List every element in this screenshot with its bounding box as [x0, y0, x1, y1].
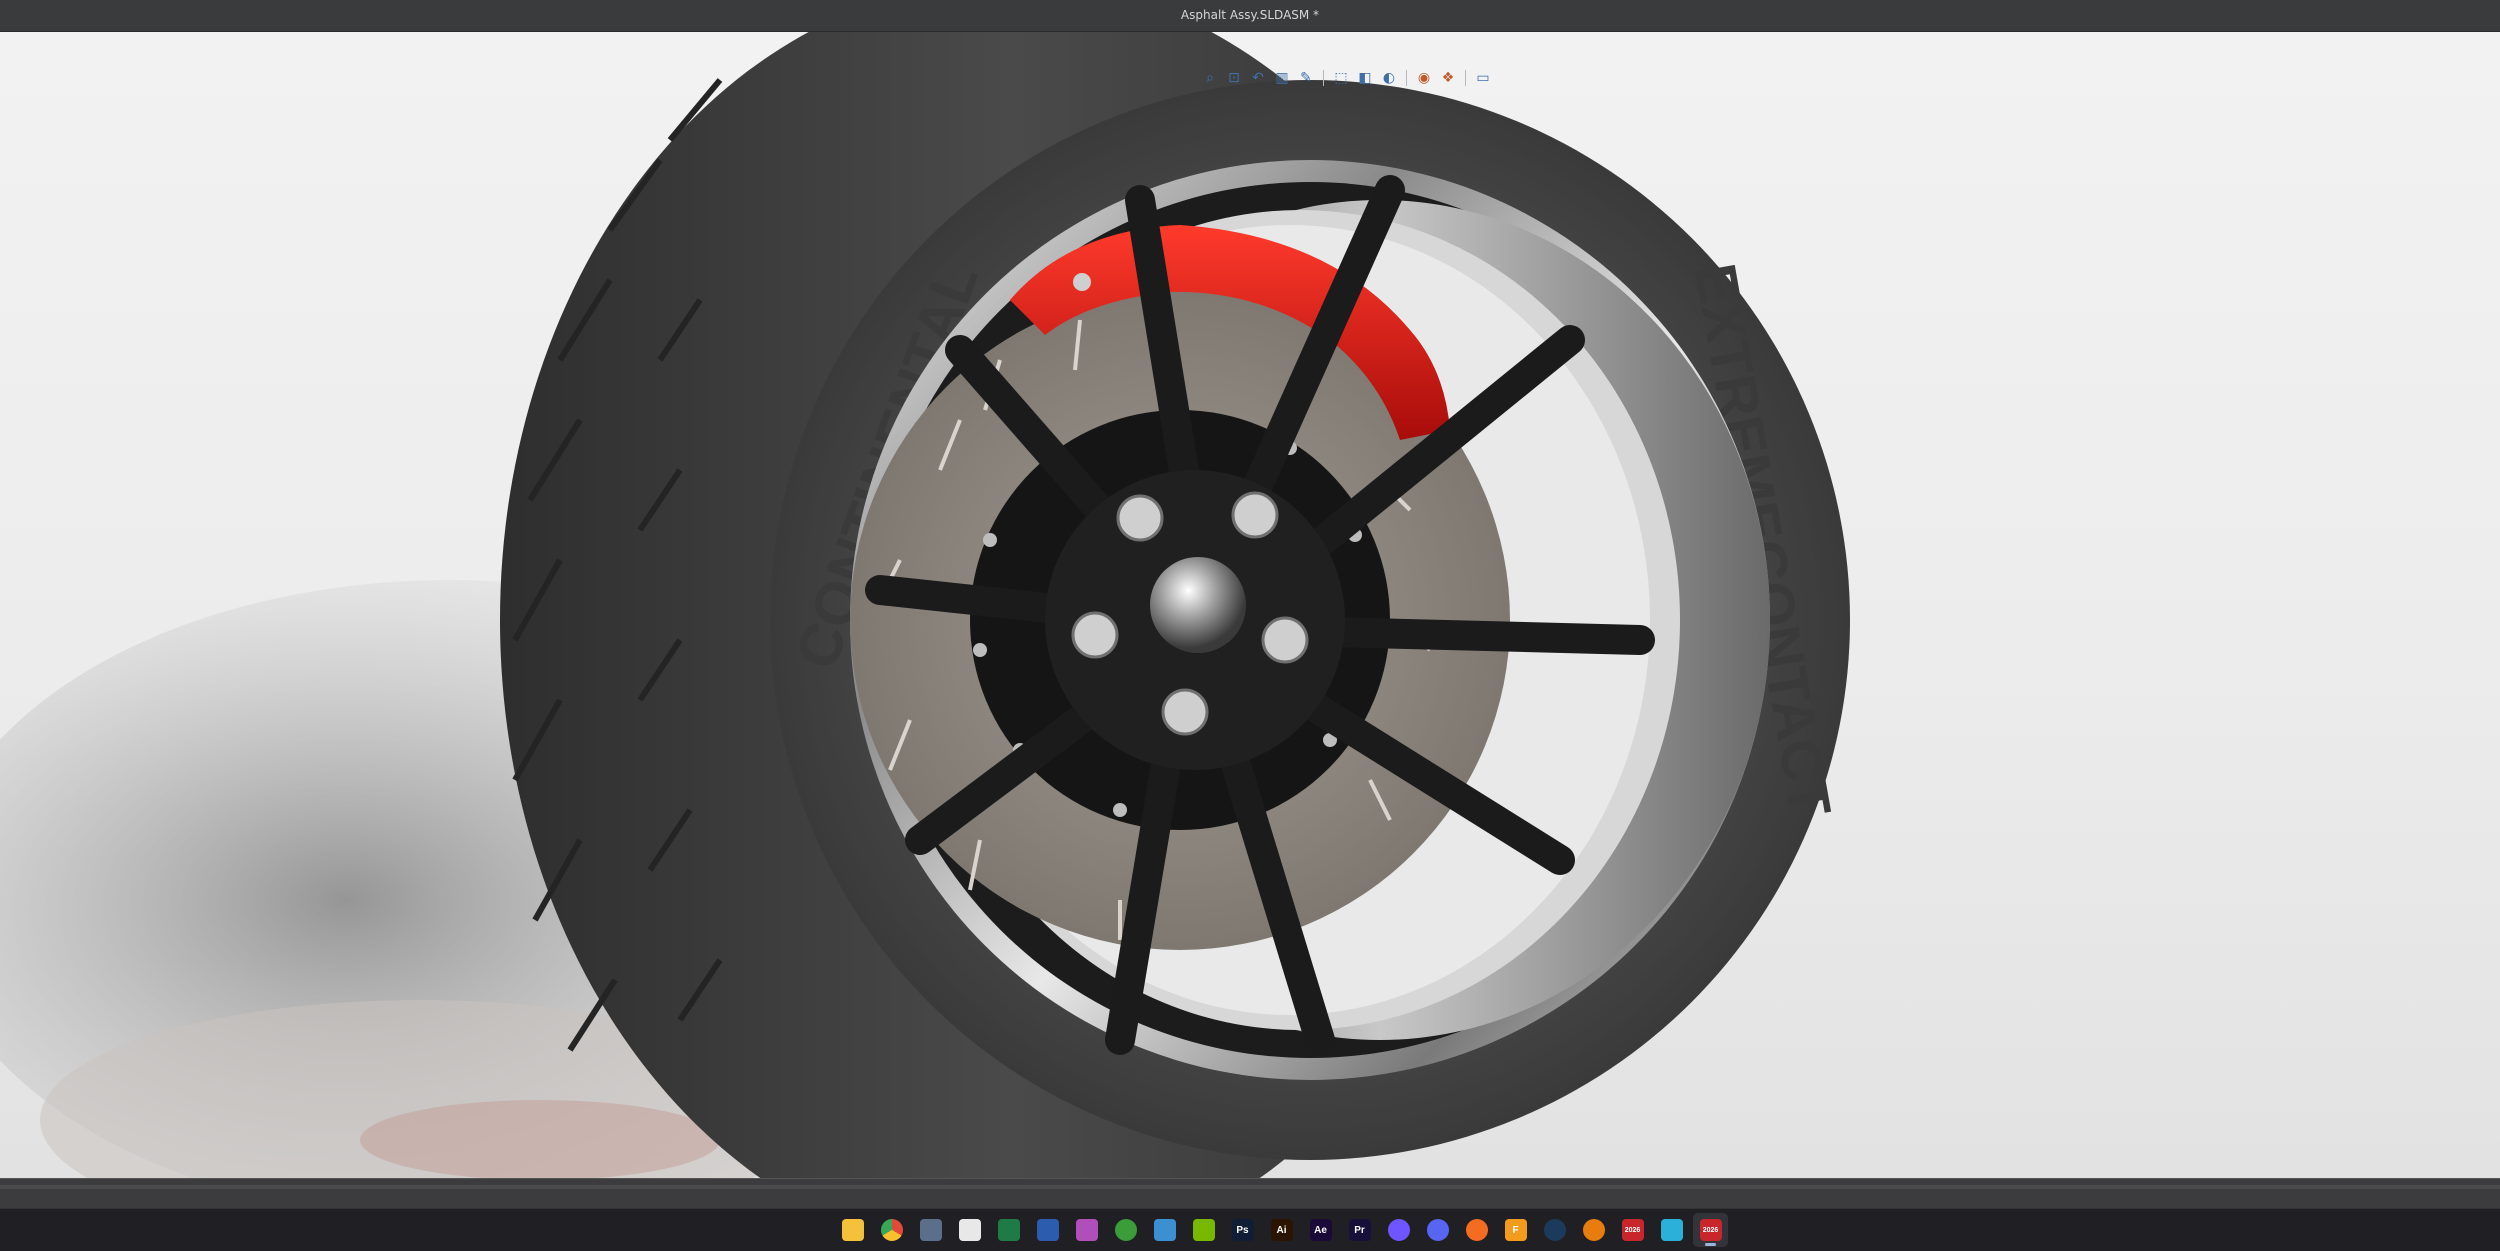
- illustrator-icon-glyph: Ai: [1270, 1219, 1293, 1241]
- hide-show-items-icon[interactable]: ◐: [1379, 68, 1399, 88]
- chrome-icon-glyph: [880, 1219, 903, 1241]
- windows-start-icon[interactable]: [796, 1213, 831, 1247]
- photos-icon[interactable]: [1069, 1213, 1104, 1247]
- photoshop-icon-glyph: Ps: [1231, 1219, 1254, 1241]
- chrome-icon[interactable]: [874, 1213, 909, 1247]
- excel-icon-glyph: [997, 1219, 1020, 1241]
- nvidia-icon[interactable]: [1186, 1213, 1221, 1247]
- dynamic-annotation-icon[interactable]: ✎: [1296, 68, 1316, 88]
- origin-icon[interactable]: [1459, 1213, 1494, 1247]
- caliper-bolt: [1073, 273, 1091, 291]
- premiere-icon-glyph: Pr: [1348, 1219, 1371, 1241]
- calculator-icon-glyph: [919, 1219, 942, 1241]
- origin-icon-glyph: [1465, 1219, 1488, 1241]
- blender-icon-glyph: [1582, 1219, 1605, 1241]
- status-bar: [0, 1178, 2500, 1209]
- toolbar-separator: [1323, 70, 1324, 86]
- photoshop-icon[interactable]: Ps: [1225, 1213, 1260, 1247]
- zoom-to-fit-icon[interactable]: ⌕: [1200, 68, 1220, 88]
- wheel-model-render[interactable]: CONTINENTAL EXTREMECONTACT: [0, 32, 2500, 1178]
- solidworks-2026-active-icon-glyph: 2026: [1699, 1219, 1722, 1241]
- box-3d-icon-glyph: [1660, 1219, 1683, 1241]
- solidworks-2026-icon-glyph: 2026: [1621, 1219, 1644, 1241]
- word-icon-glyph: [1036, 1219, 1059, 1241]
- blender-icon[interactable]: [1576, 1213, 1611, 1247]
- fusion-icon-glyph: F: [1504, 1219, 1527, 1241]
- after-effects-icon[interactable]: Ae: [1303, 1213, 1338, 1247]
- xbox-icon-glyph: [1114, 1219, 1137, 1241]
- calendar-icon-glyph: [958, 1219, 981, 1241]
- calculator-icon[interactable]: [913, 1213, 948, 1247]
- graphics-viewport[interactable]: CONTINENTAL EXTREMECONTACT: [0, 32, 2500, 1178]
- notepad-icon[interactable]: [1147, 1213, 1182, 1247]
- toolbar-separator: [1465, 70, 1466, 86]
- photos-icon-glyph: [1075, 1219, 1098, 1241]
- zoom-to-area-icon[interactable]: ⊡: [1224, 68, 1244, 88]
- taskbar-pinned-apps: Ps Ai Ae Pr F 2026 2026: [796, 1213, 1728, 1247]
- after-effects-icon-glyph: Ae: [1309, 1219, 1332, 1241]
- illustrator-icon[interactable]: Ai: [1264, 1213, 1299, 1247]
- caliper-reflection: [360, 1100, 720, 1178]
- calendar-icon[interactable]: [952, 1213, 987, 1247]
- section-view-icon[interactable]: ▥: [1272, 68, 1292, 88]
- steam-icon[interactable]: [1537, 1213, 1572, 1247]
- center-cap: [1150, 557, 1246, 653]
- steam-icon-glyph: [1543, 1219, 1566, 1241]
- windows-start-icon-glyph: [803, 1219, 825, 1241]
- premiere-icon[interactable]: Pr: [1342, 1213, 1377, 1247]
- title-bar: Asphalt Assy.SLDASM *: [0, 0, 2500, 32]
- toolbar-separator: [1406, 70, 1407, 86]
- box-3d-icon[interactable]: [1654, 1213, 1689, 1247]
- previous-view-icon[interactable]: ↶: [1248, 68, 1268, 88]
- nvidia-icon-glyph: [1192, 1219, 1215, 1241]
- fusion-icon[interactable]: F: [1498, 1213, 1533, 1247]
- solidworks-2026-icon[interactable]: 2026: [1615, 1213, 1650, 1247]
- messenger-icon[interactable]: [1381, 1213, 1416, 1247]
- xbox-icon[interactable]: [1108, 1213, 1143, 1247]
- heads-up-view-toolbar: ⌕ ⊡ ↶ ▥ ✎ ⬚ ◧ ◐ ◉ ❖ ▭: [1200, 66, 1493, 90]
- apply-scene-icon[interactable]: ❖: [1438, 68, 1458, 88]
- file-explorer-icon[interactable]: [835, 1213, 870, 1247]
- discord-icon-glyph: [1426, 1219, 1449, 1241]
- excel-icon[interactable]: [991, 1213, 1026, 1247]
- window-title: Asphalt Assy.SLDASM *: [1180, 8, 1320, 22]
- notepad-icon-glyph: [1153, 1219, 1176, 1241]
- display-style-icon[interactable]: ◧: [1355, 68, 1375, 88]
- messenger-icon-glyph: [1387, 1219, 1410, 1241]
- view-settings-icon[interactable]: ▭: [1473, 68, 1493, 88]
- edit-appearance-icon[interactable]: ◉: [1414, 68, 1434, 88]
- discord-icon[interactable]: [1420, 1213, 1455, 1247]
- view-orientation-icon[interactable]: ⬚: [1331, 68, 1351, 88]
- windows-taskbar: Ps Ai Ae Pr F 2026 2026: [0, 1208, 2500, 1251]
- solidworks-2026-active-icon[interactable]: 2026: [1693, 1213, 1728, 1247]
- file-explorer-icon-glyph: [841, 1219, 864, 1241]
- word-icon[interactable]: [1030, 1213, 1065, 1247]
